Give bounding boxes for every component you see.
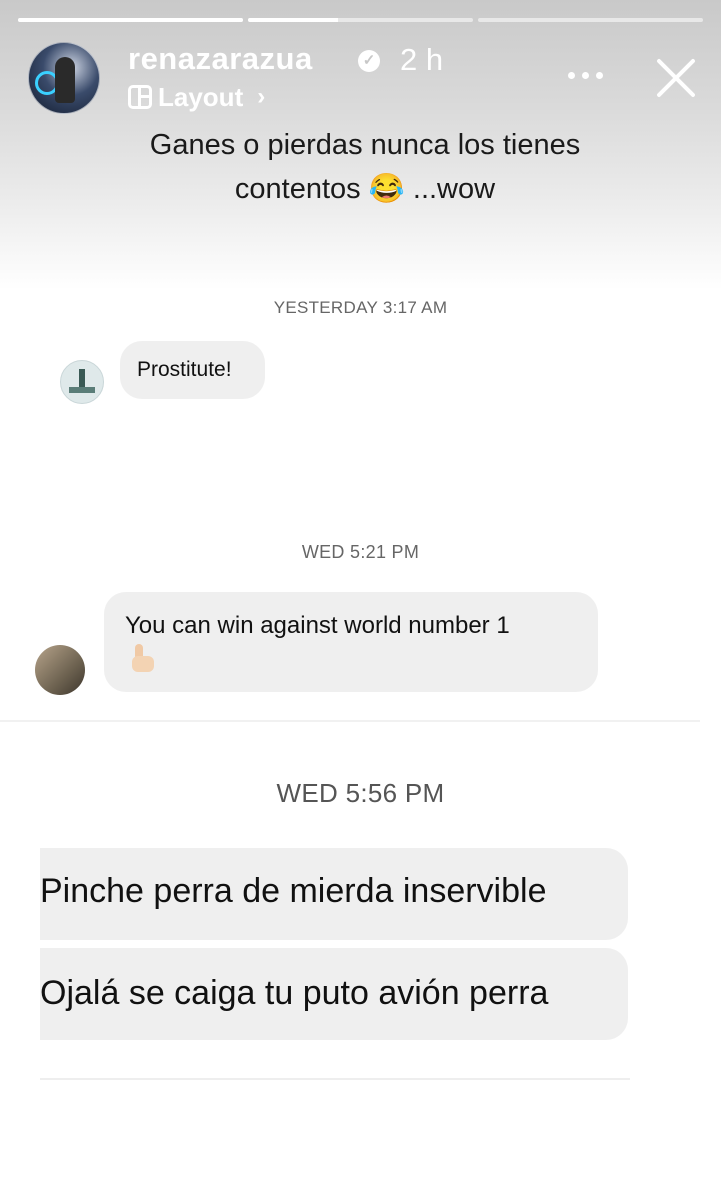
- thumbs-up-emoji: [126, 644, 154, 672]
- section-divider: [40, 1078, 630, 1080]
- layout-label: Layout: [158, 81, 244, 112]
- layout-icon: [128, 85, 152, 109]
- story-username[interactable]: renazarazua: [128, 41, 313, 77]
- sender-avatar: [60, 360, 104, 404]
- message-bubble: Pinche perra de mierda inservible: [40, 848, 628, 940]
- close-icon[interactable]: [652, 54, 700, 102]
- message-bubble: Prostitute!: [120, 341, 265, 399]
- caption-line-2: contentos 😂 ...wow: [234, 173, 496, 205]
- player-graphic: [55, 57, 75, 103]
- story-progress-segment: [248, 18, 473, 22]
- message-text: Ojalá se caiga tu puto avión perra: [40, 974, 549, 1012]
- sender-avatar: [35, 645, 85, 695]
- chevron-right-icon: ›: [257, 83, 266, 110]
- message-text: Pinche perra de mierda inservible: [40, 872, 547, 910]
- message-timestamp: WED 5:56 PM: [276, 778, 445, 808]
- story-progress-segment: [18, 18, 243, 22]
- story-time-ago: 2 h: [400, 42, 444, 77]
- verified-badge-icon: ✓: [358, 50, 380, 72]
- message-bubble: You can win against world number 1: [104, 592, 598, 692]
- profile-avatar[interactable]: [28, 42, 100, 114]
- message-text: Prostitute!: [137, 358, 232, 381]
- story-progress-bar: [18, 18, 703, 22]
- message-timestamp: YESTERDAY 3:17 AM: [273, 298, 448, 317]
- section-divider: [0, 720, 700, 722]
- story-caption: Ganes o pierdas nunca los tienes content…: [120, 123, 610, 211]
- caption-line-1: Ganes o pierdas nunca los tienes: [149, 129, 581, 161]
- layout-link[interactable]: Layout ›: [128, 82, 265, 112]
- more-options-icon[interactable]: [568, 72, 603, 79]
- message-text: You can win against world number 1: [125, 612, 510, 639]
- message-timestamp: WED 5:21 PM: [301, 542, 420, 562]
- story-progress-segment: [478, 18, 703, 22]
- message-bubble: Ojalá se caiga tu puto avión perra: [40, 948, 628, 1040]
